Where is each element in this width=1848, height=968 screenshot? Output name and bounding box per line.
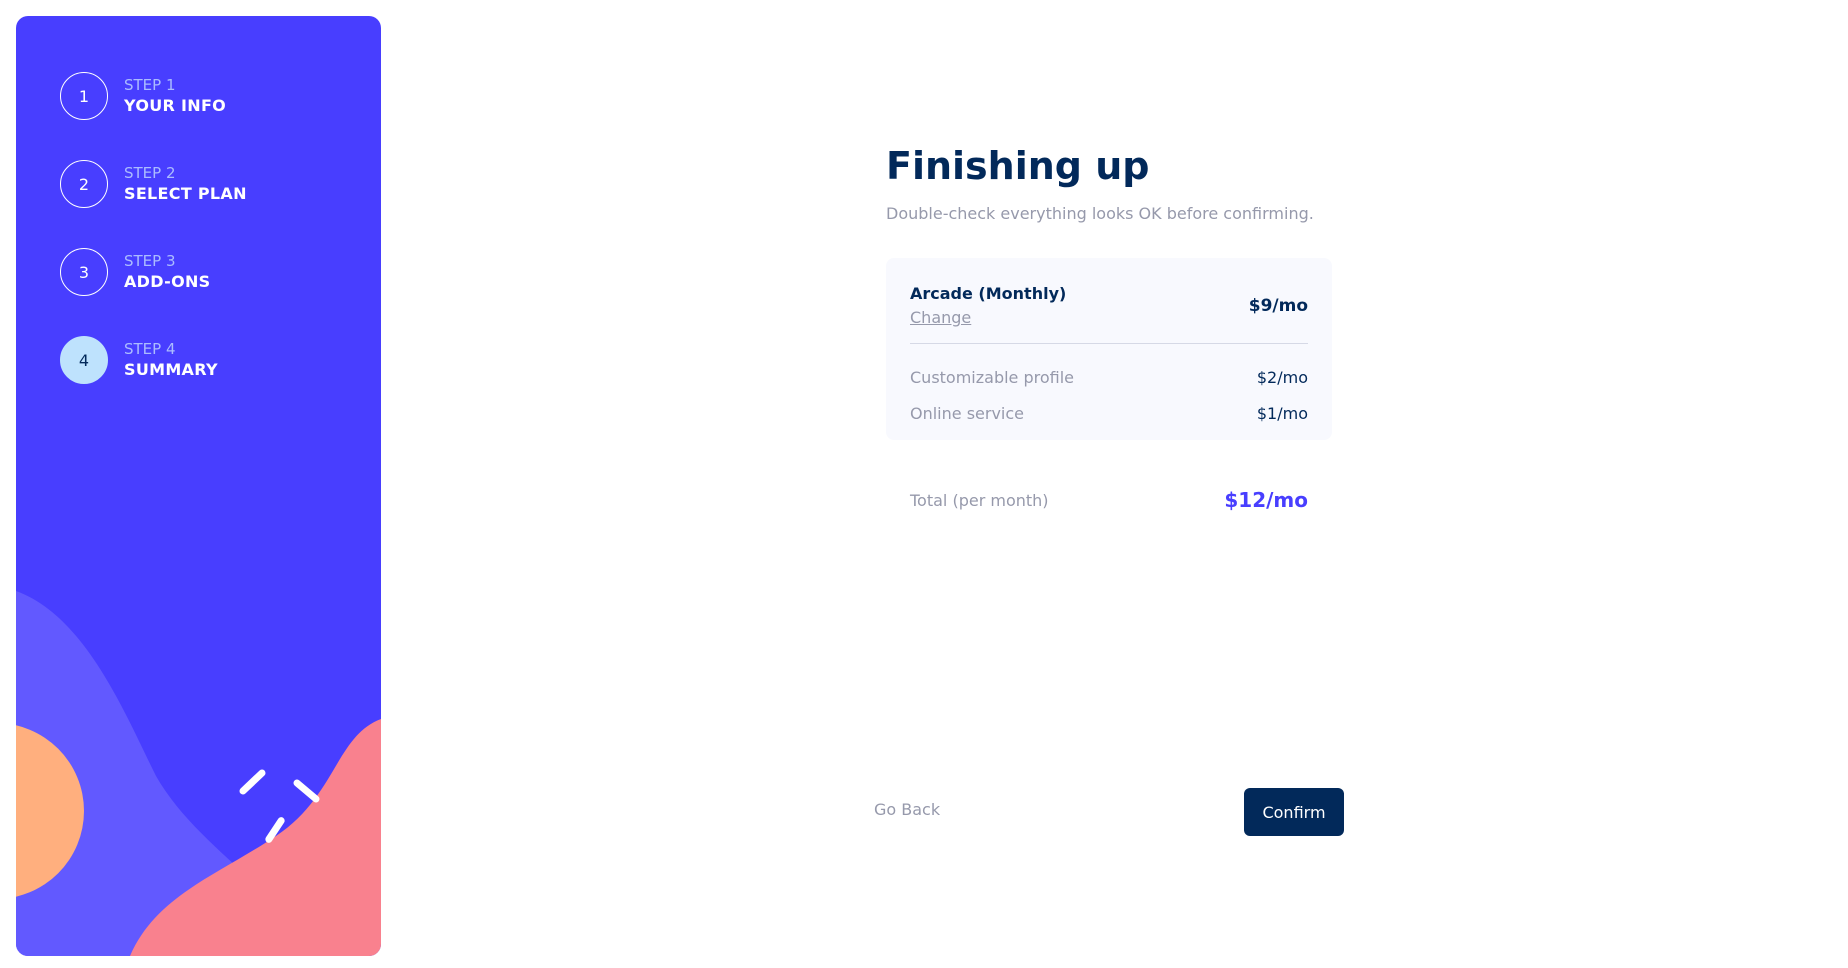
total-price: $12/mo [1224, 488, 1308, 512]
addon-row: Online service $1/mo [910, 404, 1308, 423]
sidebar-step-2[interactable]: 2 STEP 2 SELECT PLAN [60, 160, 247, 208]
go-back-button[interactable]: Go Back [874, 800, 940, 819]
plan-name: Arcade (Monthly) [910, 284, 1067, 303]
step-label: STEP 2 [124, 164, 176, 182]
step-number-circle: 1 [60, 72, 108, 120]
sidebar-step-3[interactable]: 3 STEP 3 ADD-ONS [60, 248, 211, 296]
step-number-circle: 3 [60, 248, 108, 296]
page-subtitle: Double-check everything looks OK before … [886, 204, 1314, 223]
total-label: Total (per month) [910, 490, 1049, 510]
confirm-button[interactable]: Confirm [1244, 788, 1344, 836]
sparkle-line [239, 769, 266, 795]
summary-card: Arcade (Monthly) Change $9/mo Customizab… [886, 258, 1332, 440]
step-label: STEP 1 [124, 76, 176, 94]
summary-divider [910, 343, 1308, 344]
step-title: SELECT PLAN [124, 184, 247, 203]
addon-price: $1/mo [1256, 404, 1308, 423]
step-label: STEP 3 [124, 252, 176, 270]
addon-name: Online service [910, 404, 1025, 423]
step-label: STEP 4 [124, 340, 176, 358]
step-number-circle: 2 [60, 160, 108, 208]
addon-name: Customizable profile [910, 368, 1075, 387]
step-title: SUMMARY [124, 360, 218, 379]
sidebar-step-4[interactable]: 4 STEP 4 SUMMARY [60, 336, 218, 384]
step-title: YOUR INFO [124, 96, 227, 115]
sidebar-step-1[interactable]: 1 STEP 1 YOUR INFO [60, 72, 226, 120]
total-row: Total (per month) $12/mo [910, 488, 1308, 512]
step-number-circle-active: 4 [60, 336, 108, 384]
addon-row: Customizable profile $2/mo [910, 368, 1308, 387]
sidebar-background-illustration [16, 591, 381, 956]
plan-price: $9/mo [1248, 296, 1308, 316]
sparkle-line [293, 779, 320, 803]
step-title: ADD-ONS [124, 272, 211, 291]
addon-price: $2/mo [1256, 368, 1308, 387]
page-title: Finishing up [886, 144, 1150, 188]
change-plan-link[interactable]: Change [910, 308, 971, 327]
sidebar: 1 STEP 1 YOUR INFO 2 STEP 2 SELECT PLAN … [16, 16, 381, 956]
summary-header: Finishing up Double-check everything loo… [886, 140, 1332, 223]
